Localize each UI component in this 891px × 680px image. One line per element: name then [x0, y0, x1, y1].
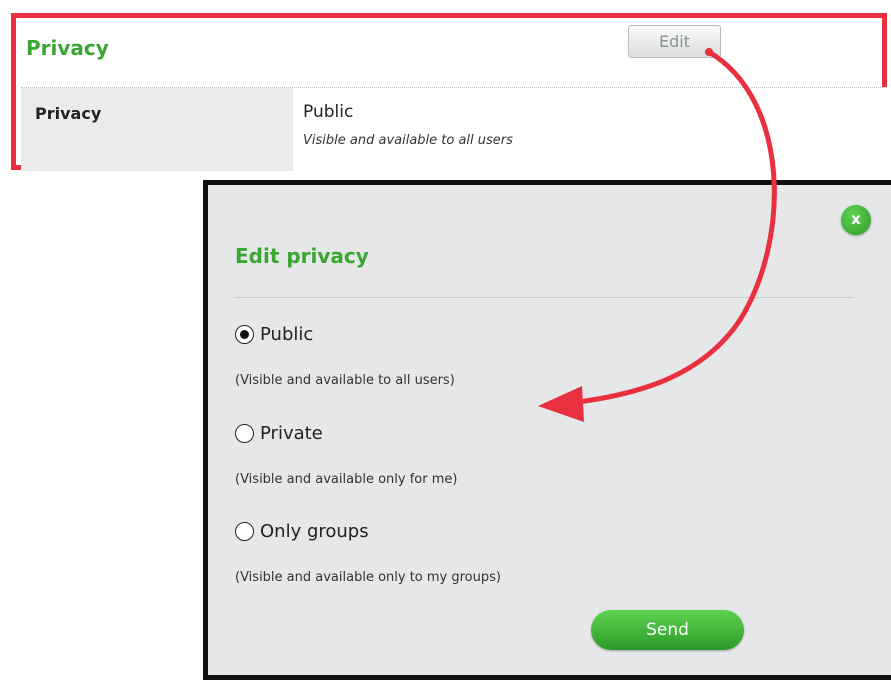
option-description: (Visible and available only for me): [235, 472, 458, 487]
divider: [235, 297, 853, 298]
radio-button-icon[interactable]: [235, 522, 254, 541]
modal-title: Edit privacy: [235, 244, 369, 268]
row-label-cell: Privacy: [21, 88, 293, 171]
option-label: Public: [260, 324, 314, 345]
row-label: Privacy: [35, 104, 102, 123]
option-description: (Visible and available only to my groups…: [235, 570, 501, 585]
option-label: Private: [260, 423, 323, 444]
option-public[interactable]: Public: [235, 324, 313, 345]
radio-button-icon[interactable]: [235, 325, 254, 344]
row-description: Visible and available to all users: [303, 133, 513, 148]
row-value: Public: [303, 102, 354, 122]
radio-button-icon[interactable]: [235, 424, 254, 443]
privacy-row: Privacy Public Visible and available to …: [21, 87, 887, 171]
option-private[interactable]: Private: [235, 423, 323, 444]
privacy-section: Privacy Edit Privacy Public Visible and …: [11, 13, 887, 171]
section-title: Privacy: [26, 36, 109, 60]
close-icon[interactable]: x: [841, 205, 871, 235]
edit-button[interactable]: Edit: [628, 25, 721, 58]
edit-privacy-modal: x Edit privacy Public (Visible and avail…: [203, 180, 891, 680]
send-button[interactable]: Send: [591, 610, 744, 650]
option-description: (Visible and available to all users): [235, 373, 455, 388]
option-label: Only groups: [260, 521, 369, 542]
option-only-groups[interactable]: Only groups: [235, 521, 369, 542]
